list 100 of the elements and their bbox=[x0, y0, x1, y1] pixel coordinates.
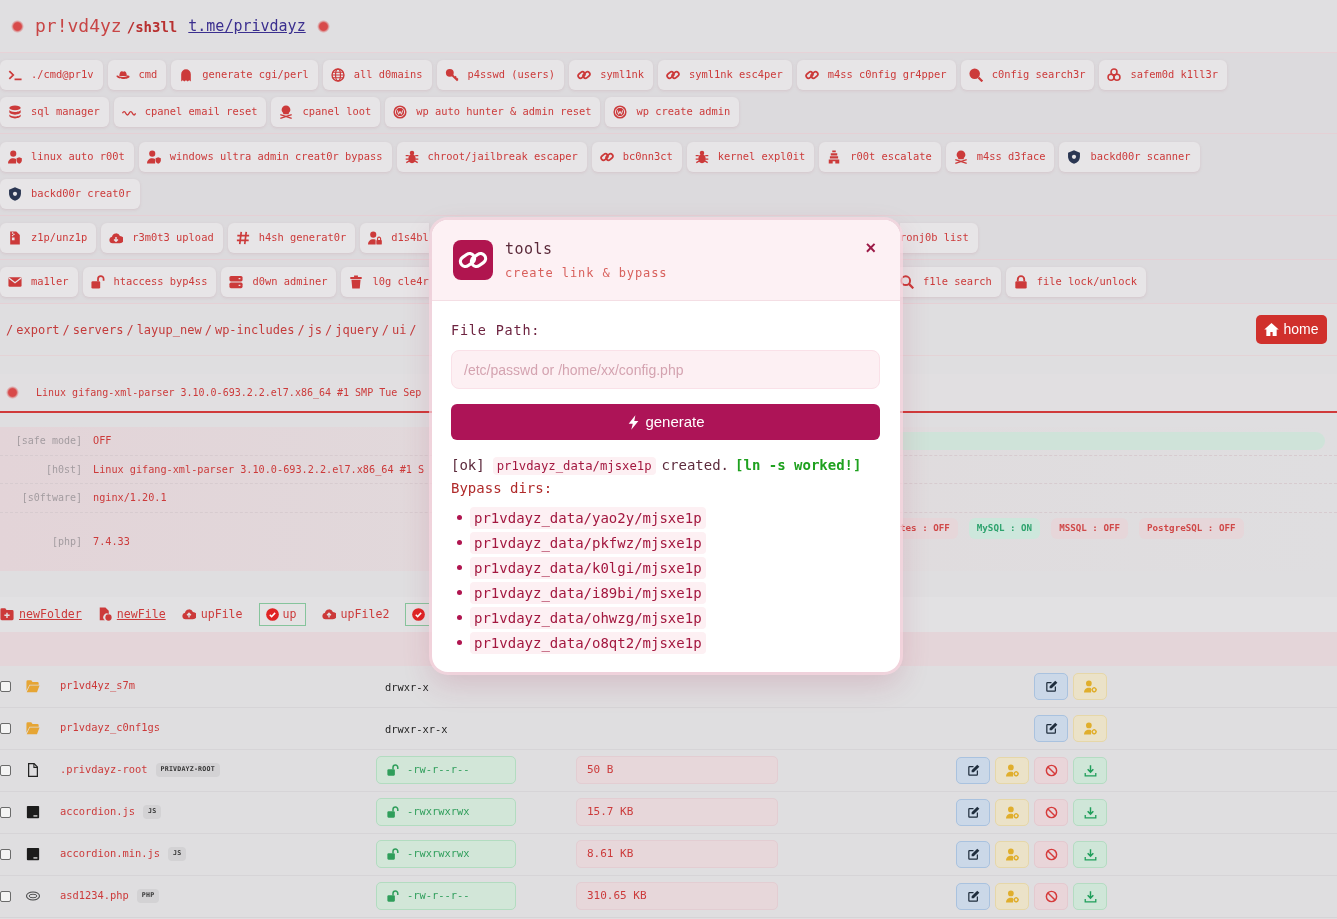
action-link[interactable]: newFolder bbox=[0, 605, 82, 623]
path-segment[interactable]: js bbox=[307, 320, 323, 339]
edit-button[interactable] bbox=[956, 882, 990, 910]
file-path-field[interactable]: /etc/passwd or /home/xx/config.php bbox=[451, 350, 880, 389]
tool-button[interactable]: htaccess byp4ss bbox=[82, 267, 217, 297]
submit-button[interactable]: up bbox=[258, 602, 306, 626]
tool-button[interactable]: l0g cle4r bbox=[341, 267, 429, 297]
tool-button[interactable]: file lock/unlock bbox=[1005, 267, 1146, 297]
upload-link[interactable]: upFile2 bbox=[321, 605, 390, 623]
tool-button[interactable]: cpanel email reset bbox=[113, 97, 267, 127]
path-separator: / bbox=[381, 321, 389, 339]
generate-button[interactable]: generate bbox=[451, 404, 880, 440]
tool-button[interactable]: bc0nn3ct bbox=[591, 142, 682, 172]
file-name-link[interactable]: pr1vdayz_c0nf1gs bbox=[60, 720, 161, 737]
tool-button[interactable]: f1le search bbox=[900, 267, 1001, 297]
action-link[interactable]: newFile bbox=[97, 605, 166, 623]
block-button[interactable] bbox=[1034, 882, 1068, 910]
file-size: 15.7 KB bbox=[576, 798, 778, 827]
close-button[interactable]: × bbox=[861, 239, 880, 257]
file-plus-icon bbox=[97, 607, 112, 622]
tool-button[interactable]: linux auto r00t bbox=[0, 142, 134, 172]
tool-button[interactable]: kernel expl0it bbox=[686, 142, 815, 172]
submit-button[interactable] bbox=[405, 602, 430, 626]
tool-button[interactable]: cmd bbox=[107, 60, 167, 90]
upload-link[interactable]: upFile bbox=[181, 605, 243, 623]
edit-button[interactable] bbox=[1034, 672, 1068, 700]
user-gear-icon bbox=[1005, 847, 1019, 861]
edit-button[interactable] bbox=[956, 756, 990, 784]
permissions-button[interactable]: -rwxrwxrwx bbox=[376, 840, 516, 869]
file-size: 310.65 KB bbox=[576, 882, 778, 911]
edit-button[interactable] bbox=[1034, 714, 1068, 742]
cloud-upload-icon bbox=[181, 607, 196, 622]
download-button[interactable] bbox=[1073, 756, 1107, 784]
download-button[interactable] bbox=[1073, 840, 1107, 868]
tool-button[interactable]: backd00r creat0r bbox=[0, 179, 141, 209]
tool-button[interactable]: r3m0t3 upload bbox=[101, 223, 223, 253]
tool-button[interactable]: d0wn adminer bbox=[221, 267, 337, 297]
row-checkbox[interactable] bbox=[0, 722, 11, 734]
tool-button[interactable]: d1s4bl bbox=[360, 223, 429, 253]
file-name-link[interactable]: accordion.min.js bbox=[60, 846, 161, 863]
permissions-button[interactable]: -rw-r--r-- bbox=[376, 756, 516, 785]
tool-button[interactable]: ronj0b list bbox=[900, 223, 978, 253]
block-button[interactable] bbox=[1034, 756, 1068, 784]
row-checkbox[interactable] bbox=[0, 806, 11, 818]
file-name-link[interactable]: accordion.js bbox=[60, 804, 136, 821]
tool-button[interactable]: ma1ler bbox=[0, 267, 78, 297]
tool-button[interactable]: m4ss c0nfig gr4pper bbox=[796, 60, 956, 90]
path-segment[interactable]: wp-includes bbox=[214, 320, 295, 339]
tool-button[interactable]: z1p/unz1p bbox=[0, 223, 97, 253]
cloud-upload-icon bbox=[321, 607, 336, 622]
row-checkbox[interactable] bbox=[0, 890, 11, 902]
shield-icon bbox=[1067, 150, 1082, 164]
bypass-path: pr1vdayz_data/i89bi/mjsxe1p bbox=[470, 581, 706, 604]
row-checkbox[interactable] bbox=[0, 764, 11, 776]
tool-button[interactable]: generate cgi/perl bbox=[171, 60, 318, 90]
rings-icon bbox=[1107, 68, 1122, 82]
edit-button[interactable] bbox=[956, 840, 990, 868]
channel-link[interactable]: t.me/privdayz bbox=[188, 17, 306, 35]
row-checkbox[interactable] bbox=[0, 680, 11, 692]
path-separator: / bbox=[126, 321, 134, 339]
file-name-link[interactable]: pr1vd4yz_s7m bbox=[60, 678, 136, 695]
file-name-link[interactable]: .privdayz-root bbox=[60, 762, 148, 779]
tool-button[interactable]: cpanel loot bbox=[271, 97, 381, 127]
path-segment[interactable]: servers bbox=[72, 320, 124, 339]
download-button[interactable] bbox=[1073, 798, 1107, 826]
edit-button[interactable] bbox=[956, 798, 990, 826]
path-segment[interactable]: ui bbox=[391, 320, 407, 339]
path-segment[interactable]: layup_new bbox=[136, 320, 202, 339]
tool-button[interactable]: safem0d k1ll3r bbox=[1099, 60, 1228, 90]
tool-button[interactable]: h4sh generat0r bbox=[227, 223, 356, 253]
block-button[interactable] bbox=[1034, 840, 1068, 868]
open-padlock-icon bbox=[387, 848, 399, 861]
tool-button[interactable]: backd00r scanner bbox=[1059, 142, 1200, 172]
permissions-button[interactable]: -rwxrwxrwx bbox=[376, 798, 516, 827]
tool-button[interactable]: windows ultra admin creat0r bypass bbox=[138, 142, 392, 172]
edit-icon bbox=[1044, 679, 1058, 693]
home-button[interactable]: home bbox=[1256, 315, 1327, 344]
tool-button[interactable]: wp create admin bbox=[605, 97, 740, 127]
tool-button[interactable]: m4ss d3face bbox=[945, 142, 1055, 172]
tool-button[interactable]: p4sswd (users) bbox=[436, 60, 565, 90]
tool-button[interactable]: sql manager bbox=[0, 97, 109, 127]
tool-button[interactable]: all d0mains bbox=[322, 60, 432, 90]
file-size: 50 B bbox=[576, 756, 778, 785]
oval-icon bbox=[26, 889, 40, 904]
tool-button[interactable]: ./cmd@pr1v bbox=[0, 60, 103, 90]
path-segment[interactable]: export bbox=[16, 320, 60, 339]
download-button[interactable] bbox=[1073, 882, 1107, 910]
row-checkbox[interactable] bbox=[0, 848, 11, 860]
shield-icon bbox=[8, 187, 22, 201]
tool-button[interactable]: wp auto hunter & admin reset bbox=[385, 97, 601, 127]
tool-button[interactable]: syml1nk bbox=[569, 60, 653, 90]
permissions-button[interactable]: -rw-r--r-- bbox=[376, 882, 516, 911]
tool-button[interactable]: r00t escalate bbox=[819, 142, 941, 172]
dot-icon bbox=[11, 19, 24, 33]
tool-button[interactable]: syml1nk esc4per bbox=[657, 60, 792, 90]
path-segment[interactable]: jquery bbox=[335, 320, 379, 339]
tool-button[interactable]: c0nfig search3r bbox=[960, 60, 1095, 90]
file-name-link[interactable]: asd1234.php bbox=[60, 888, 129, 905]
tool-button[interactable]: chroot/jailbreak escaper bbox=[396, 142, 587, 172]
block-button[interactable] bbox=[1034, 798, 1068, 826]
